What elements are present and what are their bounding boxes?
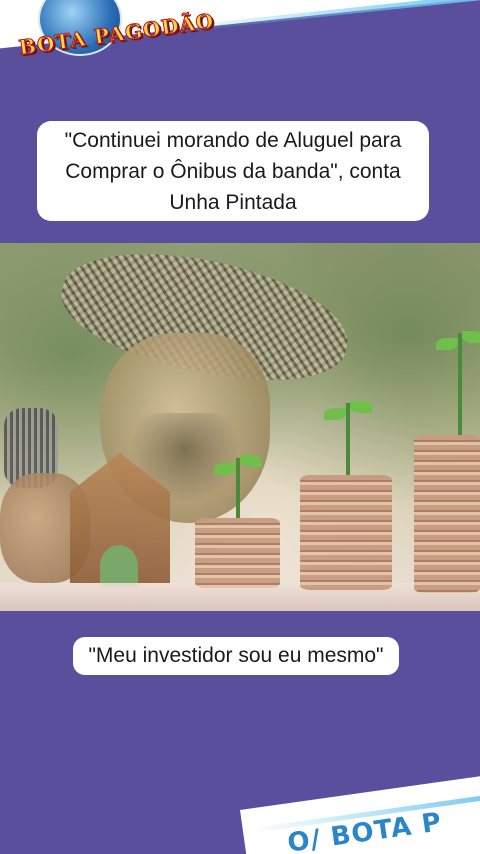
caption-box: "Meu investidor sou eu mesmo" [73, 637, 399, 675]
sprout [346, 403, 350, 475]
caption-text: "Meu investidor sou eu mesmo" [88, 644, 384, 667]
collage-photo [0, 243, 480, 611]
headline-box: "Continuei morando de Aluguel para Compr… [37, 121, 429, 221]
sprout [458, 333, 462, 435]
bota-pagodao-logo: BOTA PAGODÃO [8, 0, 216, 70]
headline-text: "Continuei morando de Aluguel para Compr… [64, 129, 402, 214]
sprout [236, 458, 240, 518]
coin-stack [300, 475, 392, 590]
coin-stack [195, 518, 280, 588]
coin-stack [414, 435, 480, 593]
story-frame: BOTA PAGODÃO "Continuei morando de Alugu… [0, 0, 480, 854]
